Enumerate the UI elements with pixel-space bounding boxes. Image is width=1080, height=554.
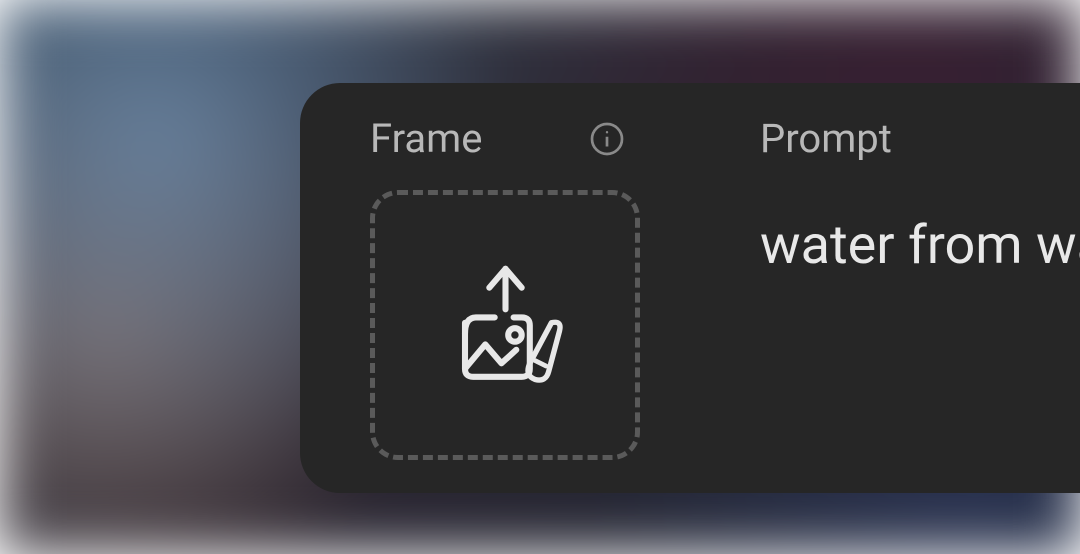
generation-panel: Frame [300, 83, 1080, 493]
prompt-input[interactable]: water from wa [760, 214, 1080, 277]
prompt-label: Prompt [760, 115, 1080, 162]
frame-upload-dropzone[interactable] [370, 190, 640, 460]
info-icon[interactable] [589, 121, 625, 157]
frame-header: Frame [370, 115, 625, 162]
upload-image-icon [438, 258, 573, 393]
prompt-section: Prompt water from wa [760, 115, 1080, 461]
frame-label: Frame [370, 115, 482, 162]
frame-section: Frame [370, 115, 640, 461]
